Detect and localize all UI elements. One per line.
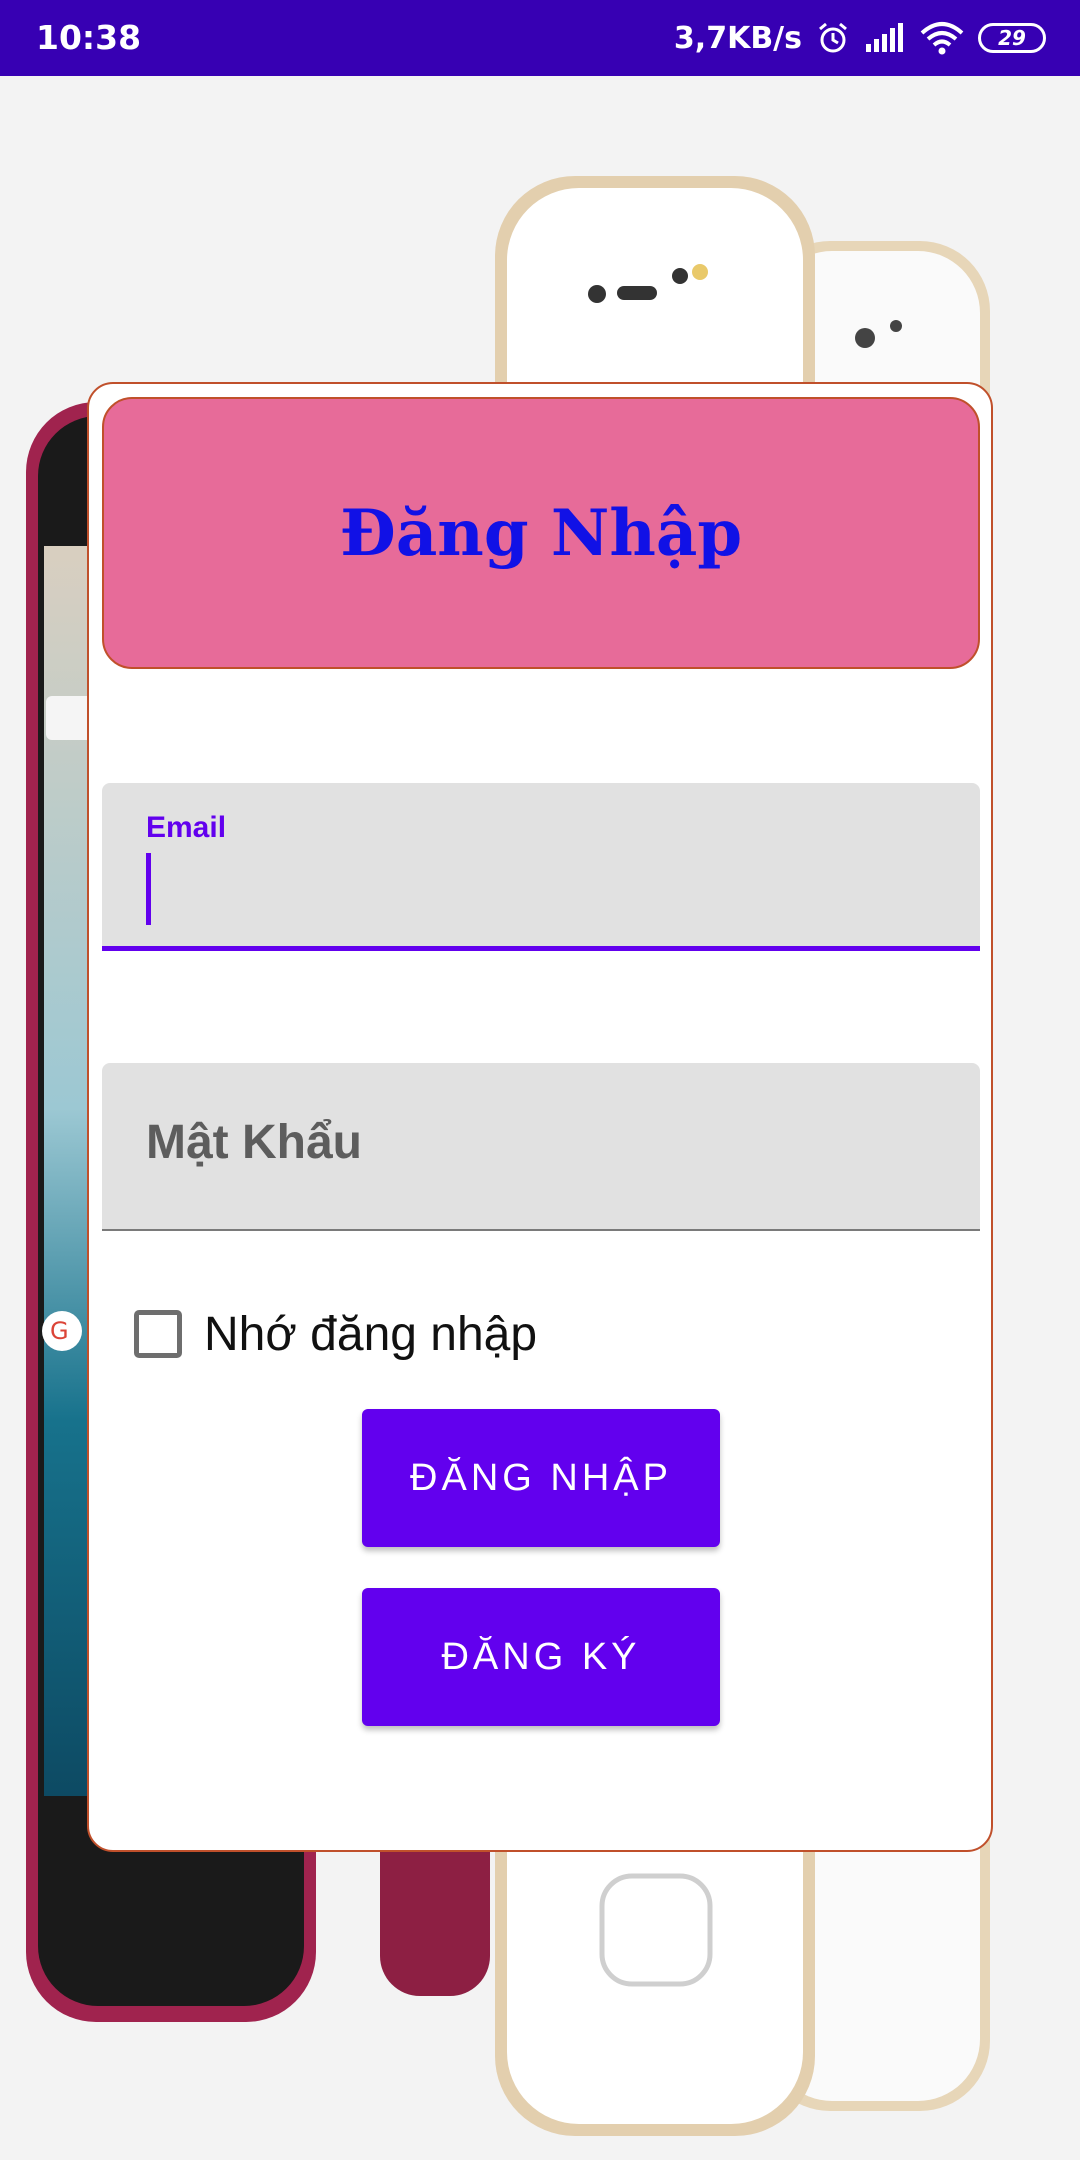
email-field[interactable]: Email [102,783,980,951]
password-field[interactable]: Mật Khẩu [102,1063,980,1231]
svg-text:G: G [50,1317,69,1345]
email-label: Email [146,811,227,844]
battery-level: 29 [998,26,1026,50]
status-time: 10:38 [36,18,142,57]
wifi-icon [920,22,964,55]
remember-me[interactable]: Nhớ đăng nhập [134,1299,537,1369]
page-title: Đăng Nhập [339,495,743,571]
remember-label: Nhớ đăng nhập [204,1307,538,1361]
network-speed: 3,7KB/s [673,20,802,56]
alarm-icon [819,22,847,53]
register-button[interactable]: ĐĂNG KÝ [362,1588,720,1726]
password-placeholder: Mật Khẩu [146,1116,362,1169]
battery-icon: 29 [978,23,1046,53]
status-bar: 10:38 3,7KB/s 29 [0,0,1080,76]
login-card: Đăng Nhập Email Mật Khẩu Nhớ đăng nhập Đ… [87,382,993,1852]
login-button[interactable]: ĐĂNG NHẬP [362,1409,720,1547]
email-input[interactable] [146,853,926,925]
remember-checkbox[interactable] [134,1310,182,1358]
status-icons: 3,7KB/s 29 [674,14,1046,62]
header-banner: Đăng Nhập [102,397,980,669]
signal-icon [866,23,903,52]
